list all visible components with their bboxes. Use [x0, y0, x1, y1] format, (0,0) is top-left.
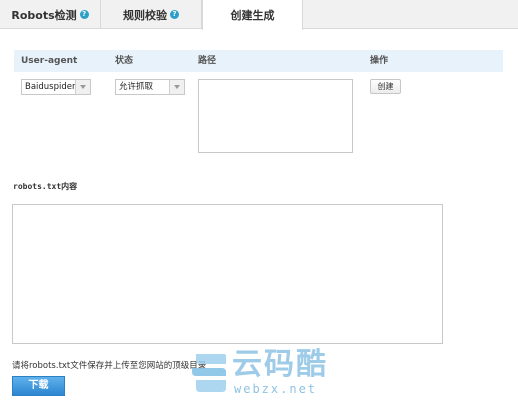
watermark: 云码酷 webzx.net — [190, 348, 340, 400]
user-agent-select[interactable]: Baiduspider — [21, 79, 91, 95]
tab-bar: Robots检测 ? 规则校验 ? 创建生成 — [0, 0, 518, 30]
rule-table-header: User-agent 状态 路径 操作 — [14, 50, 503, 72]
status-select[interactable]: 允许抓取 — [115, 79, 185, 95]
robots-content-label: robots.txt内容 — [13, 182, 78, 191]
chevron-down-icon — [75, 80, 90, 94]
tab-label: Robots检测 — [11, 8, 77, 22]
user-agent-value: Baiduspider — [25, 82, 76, 92]
robots-content-textarea[interactable] — [12, 204, 443, 344]
upload-note: 请将robots.txt文件保存并上传至您网站的顶级目录 — [12, 361, 207, 371]
tab-label: 创建生成 — [230, 9, 275, 22]
status-value: 允许抓取 — [119, 82, 154, 92]
header-path: 路径 — [198, 56, 217, 66]
header-status: 状态 — [115, 56, 134, 66]
header-action: 操作 — [370, 56, 389, 66]
download-button[interactable]: 下载 — [12, 376, 65, 396]
tab-label: 规则校验 — [123, 8, 167, 22]
help-icon[interactable]: ? — [79, 10, 89, 19]
chevron-down-icon — [169, 80, 184, 94]
watermark-subtitle: webzx.net — [234, 382, 318, 396]
path-textarea[interactable] — [198, 79, 353, 153]
tab-create-generate[interactable]: 创建生成 — [202, 0, 303, 30]
create-button[interactable]: 创建 — [370, 79, 401, 94]
header-user-agent: User-agent — [21, 56, 78, 66]
watermark-title: 云码酷 — [232, 347, 328, 382]
help-icon[interactable]: ? — [170, 10, 179, 19]
tab-rule-validate[interactable]: 规则校验 ? — [101, 0, 202, 29]
tab-robots-check[interactable]: Robots检测 ? — [0, 0, 101, 29]
logo-icon — [192, 354, 226, 392]
